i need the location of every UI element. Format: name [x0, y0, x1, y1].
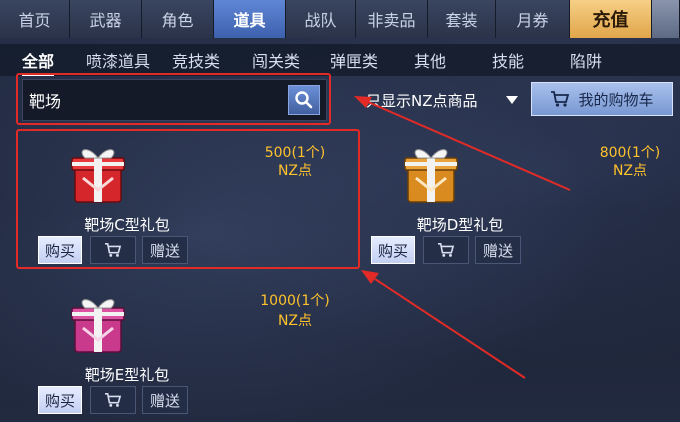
annotation-arrow-search — [367, 101, 571, 191]
annotation-arrowhead-item — [361, 270, 379, 284]
annotation-arrows — [354, 96, 571, 379]
annotation-arrow-item — [374, 278, 526, 379]
